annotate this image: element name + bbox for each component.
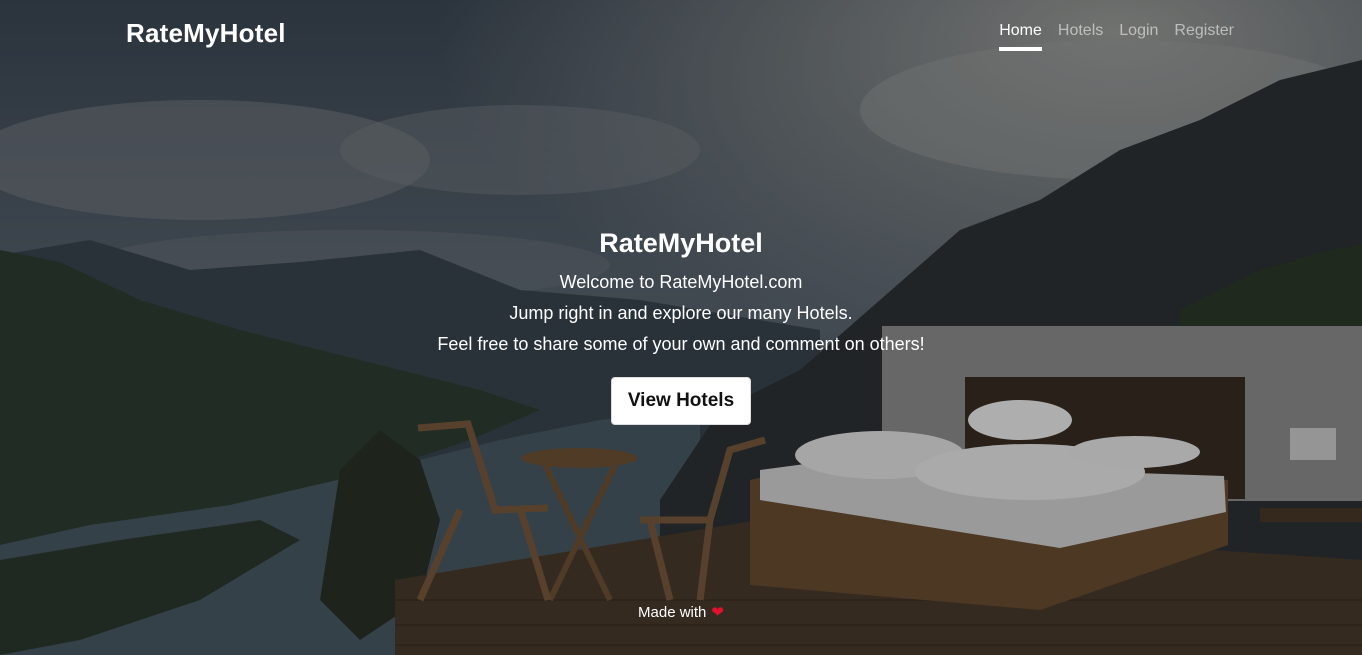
nav-hotels-link[interactable]: Hotels (1058, 22, 1103, 51)
nav-register-link[interactable]: Register (1174, 22, 1234, 51)
nav-login-link[interactable]: Login (1119, 22, 1158, 51)
hero-welcome-text: Welcome to RateMyHotel.com (559, 272, 803, 292)
hero-section: RateMyHotel Welcome to RateMyHotel.com J… (0, 228, 1362, 425)
main-nav: Home Hotels Login Register (999, 22, 1234, 51)
heart-icon: ❤ (711, 604, 724, 621)
hero-explore-text: Jump right in and explore our many Hotel… (509, 303, 853, 323)
view-hotels-button[interactable]: View Hotels (610, 377, 752, 425)
brand-logo-link[interactable]: RateMyHotel (126, 18, 286, 49)
hero-share-text: Feel free to share some of your own and … (437, 334, 925, 354)
hero-title: RateMyHotel (599, 228, 763, 258)
footer-text: Made with (638, 604, 707, 621)
navbar: RateMyHotel Home Hotels Login Register (0, 0, 1362, 70)
nav-home-link[interactable]: Home (999, 22, 1042, 51)
footer: Made with ❤ (0, 603, 1362, 621)
